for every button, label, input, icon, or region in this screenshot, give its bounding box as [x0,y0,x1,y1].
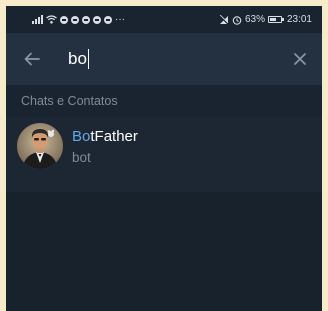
battery-percent: 63% [244,14,265,25]
result-name: BotFather [72,128,138,145]
notification-icon [93,15,101,24]
search-input-value: bo [68,49,87,68]
status-right: 63% 23:01 [219,14,312,25]
signal-icon [32,15,43,24]
result-name-rest: tFather [90,127,138,145]
status-bar: ··· 63% 23:01 [6,6,322,33]
back-button[interactable] [20,47,44,71]
phone-screen: ··· 63% 23:01 bo Chats e Contatos BotFat… [6,6,322,311]
result-text: BotFather bot [72,128,138,165]
result-subtitle: bot [72,149,91,165]
notification-icon [104,15,112,24]
search-input[interactable]: bo [68,45,288,73]
avatar [17,123,63,169]
section-title: Chats e Contatos [21,94,118,108]
empty-results-area [6,192,322,311]
section-header: Chats e Contatos [6,85,322,117]
alarm-icon [232,15,242,25]
clear-search-button[interactable] [288,47,312,71]
clock: 23:01 [286,14,312,25]
notification-icon [82,15,90,24]
no-sim-icon [219,14,229,25]
botfather-avatar-image [17,123,63,169]
status-left: ··· [32,14,125,25]
search-result-item[interactable]: BotFather bot [6,117,322,175]
battery-icon [267,16,284,23]
notification-icon [60,15,68,24]
battery-fill [269,18,277,21]
arrow-left-icon [24,52,40,66]
result-name-match: Bo [72,127,91,145]
search-bar: bo [6,33,322,85]
more-notifications-indicator: ··· [115,14,125,25]
text-cursor [87,49,90,69]
close-icon [294,53,306,65]
wifi-icon [46,15,57,24]
notification-icon [71,15,79,24]
